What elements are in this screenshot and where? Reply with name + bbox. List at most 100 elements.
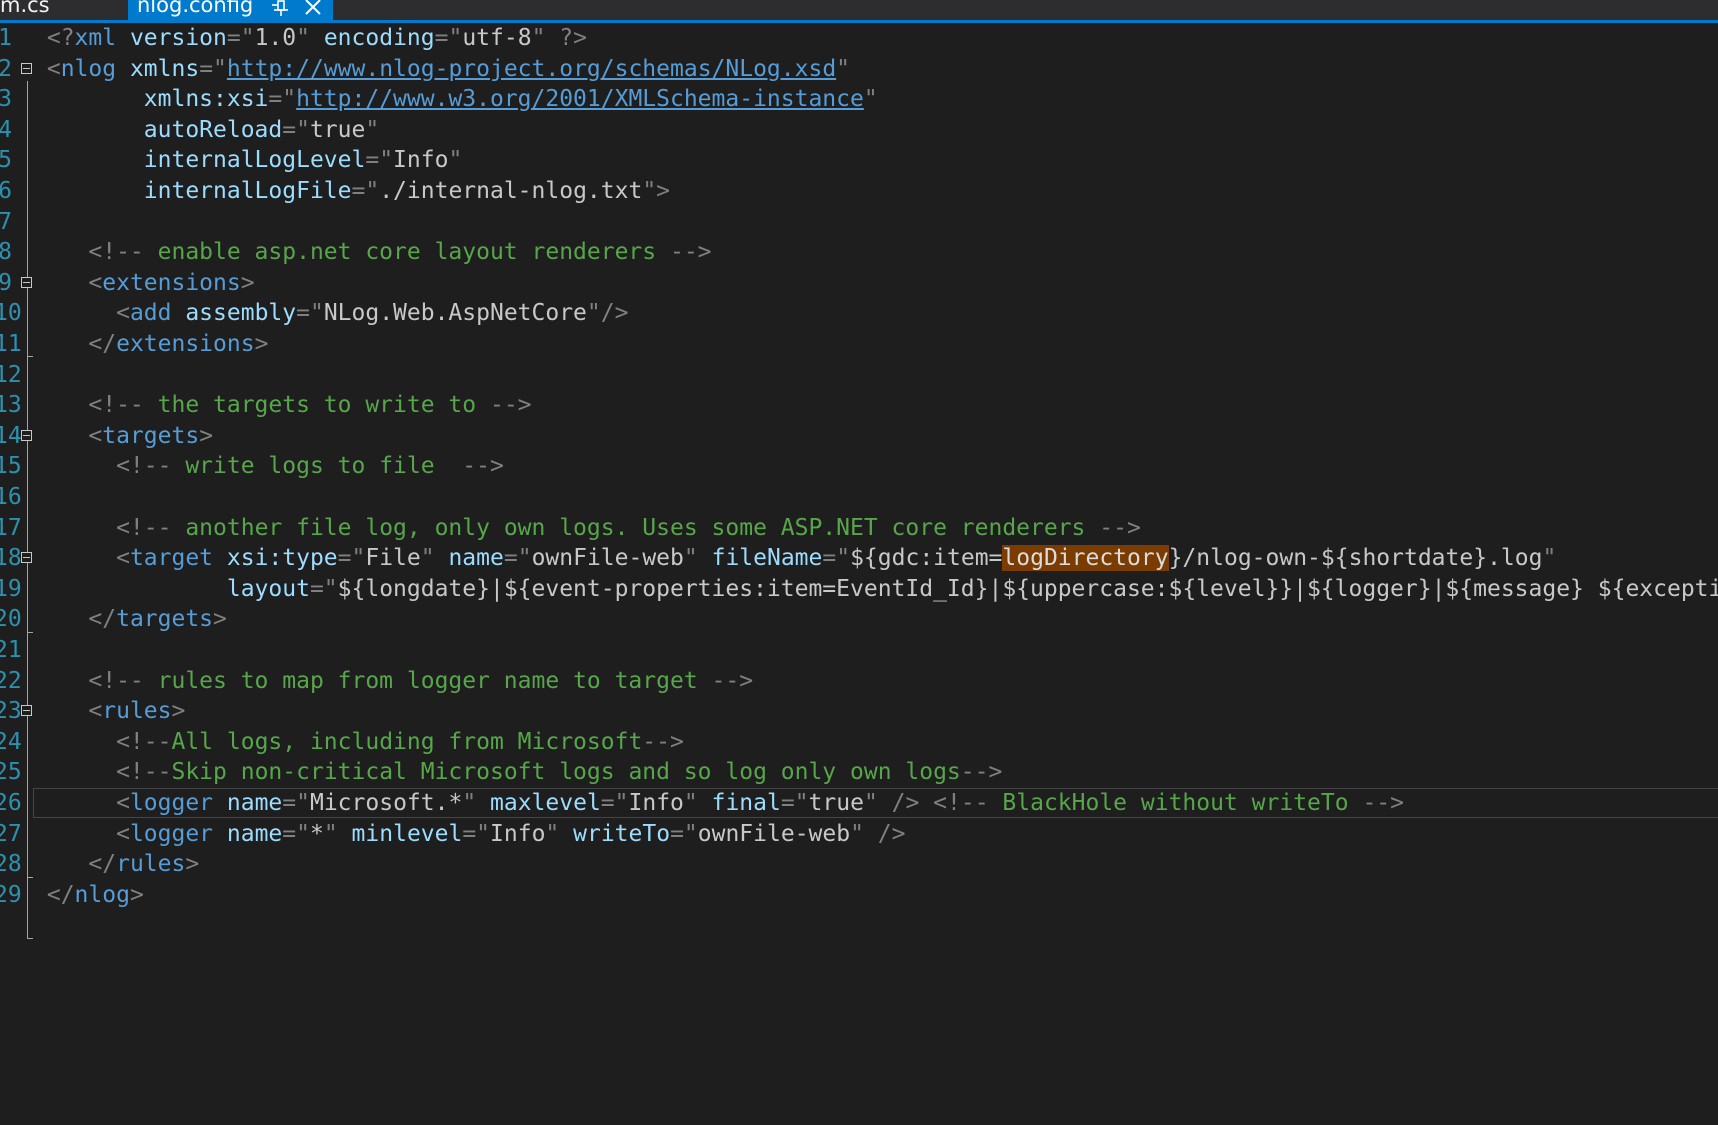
xml-punctuation: =" bbox=[822, 545, 851, 572]
xml-punctuation: =" bbox=[226, 25, 255, 51]
xml-punctuation: < bbox=[33, 422, 103, 449]
code-line[interactable]: 9 <extensions> bbox=[0, 268, 1718, 298]
collapse-region-icon[interactable] bbox=[21, 552, 32, 564]
line-number: 1 bbox=[0, 25, 12, 51]
xml-punctuation: " bbox=[683, 545, 698, 572]
xml-punctuation: =" bbox=[462, 820, 491, 847]
code-line[interactable]: 12 bbox=[0, 360, 1718, 390]
tab-inactive[interactable]: m.cs bbox=[0, 0, 128, 20]
code-line[interactable]: 22 <!-- rules to map from logger name to… bbox=[0, 666, 1718, 696]
xml-punctuation: <!-- bbox=[33, 392, 144, 419]
xml-tag-name: xml bbox=[74, 25, 117, 51]
code-text: <!--All logs, including from Microsoft--… bbox=[33, 727, 684, 757]
xml-tag-name: targets bbox=[102, 422, 200, 449]
xml-attribute-name: version bbox=[116, 25, 227, 51]
line-number: 8 bbox=[0, 239, 12, 266]
code-line[interactable]: 29 </nlog> bbox=[0, 880, 1718, 910]
xml-punctuation: " bbox=[420, 545, 435, 572]
xml-punctuation: =" bbox=[199, 55, 227, 82]
code-line[interactable]: 15 <!-- write logs to file --> bbox=[0, 451, 1718, 481]
xml-attribute-name: encoding bbox=[309, 25, 435, 51]
xml-punctuation: =" bbox=[268, 86, 297, 113]
line-number: 2 bbox=[0, 55, 12, 82]
xml-attribute-name: final bbox=[697, 790, 781, 816]
code-line[interactable]: 16 bbox=[0, 482, 1718, 512]
collapse-region-icon[interactable] bbox=[21, 429, 32, 441]
code-line[interactable]: 7 bbox=[0, 207, 1718, 237]
xml-comment-text: write logs to file bbox=[171, 453, 463, 480]
xml-attribute-name: autoReload bbox=[33, 116, 283, 143]
collapse-region-icon[interactable] bbox=[21, 62, 32, 74]
code-text: <!-- enable asp.net core layout renderer… bbox=[33, 237, 712, 267]
collapse-region-icon[interactable] bbox=[21, 276, 32, 288]
xml-comment-text: Skip non-critical Microsoft logs and so … bbox=[171, 759, 961, 786]
close-icon[interactable] bbox=[303, 0, 323, 16]
xml-punctuation: =" bbox=[282, 116, 310, 143]
code-line[interactable]: 8 <!-- enable asp.net core layout render… bbox=[0, 237, 1718, 267]
xml-url-link[interactable]: http://www.w3.org/2001/XMLSchema-instanc… bbox=[296, 86, 864, 112]
pin-icon[interactable] bbox=[271, 0, 289, 16]
xml-punctuation: " bbox=[1542, 545, 1557, 572]
xml-url-link[interactable]: http://www.nlog-project.org/schemas/NLog… bbox=[227, 56, 836, 82]
code-line[interactable]: 20 </targets> bbox=[0, 604, 1718, 634]
code-line[interactable]: 24 <!--All logs, including from Microsof… bbox=[0, 727, 1718, 757]
line-number: 21 bbox=[0, 637, 22, 663]
code-line[interactable]: 19 layout="${longdate}|${event-propertie… bbox=[0, 574, 1718, 604]
code-line[interactable]: 26 <logger name="Microsoft.*" maxlevel="… bbox=[0, 788, 1718, 818]
code-line[interactable]: 10 <add assembly="NLog.Web.AspNetCore"/> bbox=[0, 298, 1718, 328]
code-line[interactable]: 18 <target xsi:type="File" name="ownFile… bbox=[0, 543, 1718, 573]
xml-comment-text: All logs, including from Microsoft bbox=[171, 728, 643, 755]
xml-tag-name: logger bbox=[129, 790, 214, 816]
xml-attribute-name: name bbox=[434, 545, 504, 572]
xml-punctuation: > bbox=[185, 851, 200, 878]
code-text: <?xml version="1.0" encoding="utf-8" ?> bbox=[33, 23, 587, 53]
highlighted-reference: logDirectory bbox=[1002, 545, 1169, 572]
xml-tag-name: extensions bbox=[116, 331, 255, 357]
xml-comment-text: the targets to write to bbox=[143, 392, 490, 419]
code-line[interactable]: 28 </rules> bbox=[0, 849, 1718, 879]
code-line[interactable]: 17 <!-- another file log, only own logs.… bbox=[0, 513, 1718, 543]
code-line[interactable]: 4 autoReload="true" bbox=[0, 115, 1718, 145]
code-text: </targets> bbox=[33, 604, 227, 634]
code-text: <rules> bbox=[33, 696, 185, 726]
code-line[interactable]: 3 xmlns:xsi="http://www.w3.org/2001/XMLS… bbox=[0, 84, 1718, 114]
line-number: 28 bbox=[0, 851, 22, 878]
code-line[interactable]: 1 <?xml version="1.0" encoding="utf-8" ?… bbox=[0, 23, 1718, 53]
code-line[interactable]: 6 internalLogFile="./internal-nlog.txt"> bbox=[0, 176, 1718, 206]
xml-punctuation: " bbox=[683, 790, 698, 816]
xml-punctuation: =" bbox=[296, 300, 324, 327]
xml-tag-name: rules bbox=[116, 851, 186, 878]
line-number: 7 bbox=[0, 208, 12, 235]
xml-punctuation: =" bbox=[282, 790, 310, 816]
code-line[interactable]: 23 <rules> bbox=[0, 696, 1718, 726]
code-line[interactable]: 25 <!--Skip non-critical Microsoft logs … bbox=[0, 757, 1718, 787]
xml-punctuation: < bbox=[33, 820, 130, 847]
code-text: </nlog> bbox=[33, 880, 144, 910]
code-line[interactable]: 13 <!-- the targets to write to --> bbox=[0, 390, 1718, 420]
code-text: <add assembly="NLog.Web.AspNetCore"/> bbox=[33, 298, 628, 328]
xml-punctuation: --> bbox=[669, 239, 712, 266]
xml-punctuation: > bbox=[240, 269, 255, 296]
line-number: 5 bbox=[0, 147, 12, 174]
xml-punctuation: < bbox=[33, 300, 130, 327]
code-editor[interactable]: 1 <?xml version="1.0" encoding="utf-8" ?… bbox=[0, 23, 1718, 1125]
code-line[interactable]: 14 <targets> bbox=[0, 421, 1718, 451]
tab-label: m.cs bbox=[0, 0, 50, 17]
xml-tag-name: nlog bbox=[74, 881, 130, 908]
xml-punctuation: > bbox=[199, 422, 214, 449]
code-line[interactable]: 11 </extensions> bbox=[0, 329, 1718, 359]
code-line[interactable]: 2 <nlog xmlns="http://www.nlog-project.o… bbox=[0, 54, 1718, 84]
code-line[interactable]: 21 bbox=[0, 635, 1718, 665]
xml-attribute-value: ./internal-nlog.txt bbox=[379, 178, 643, 204]
line-number: 4 bbox=[0, 116, 12, 143]
xml-punctuation: <!-- bbox=[33, 453, 172, 480]
code-line[interactable]: 27 <logger name="*" minlevel="Info" writ… bbox=[0, 819, 1718, 849]
code-line[interactable]: 5 internalLogLevel="Info" bbox=[0, 145, 1718, 175]
xml-attribute-value: ${longdate}|${event-properties:item=Even… bbox=[337, 575, 1718, 602]
xml-attribute-name: layout bbox=[33, 575, 310, 602]
line-number: 6 bbox=[0, 178, 12, 204]
collapse-region-icon[interactable] bbox=[21, 705, 32, 717]
xml-punctuation: " bbox=[323, 820, 338, 847]
xml-punctuation: --> bbox=[1099, 514, 1141, 541]
xml-punctuation: <!-- bbox=[33, 728, 172, 755]
